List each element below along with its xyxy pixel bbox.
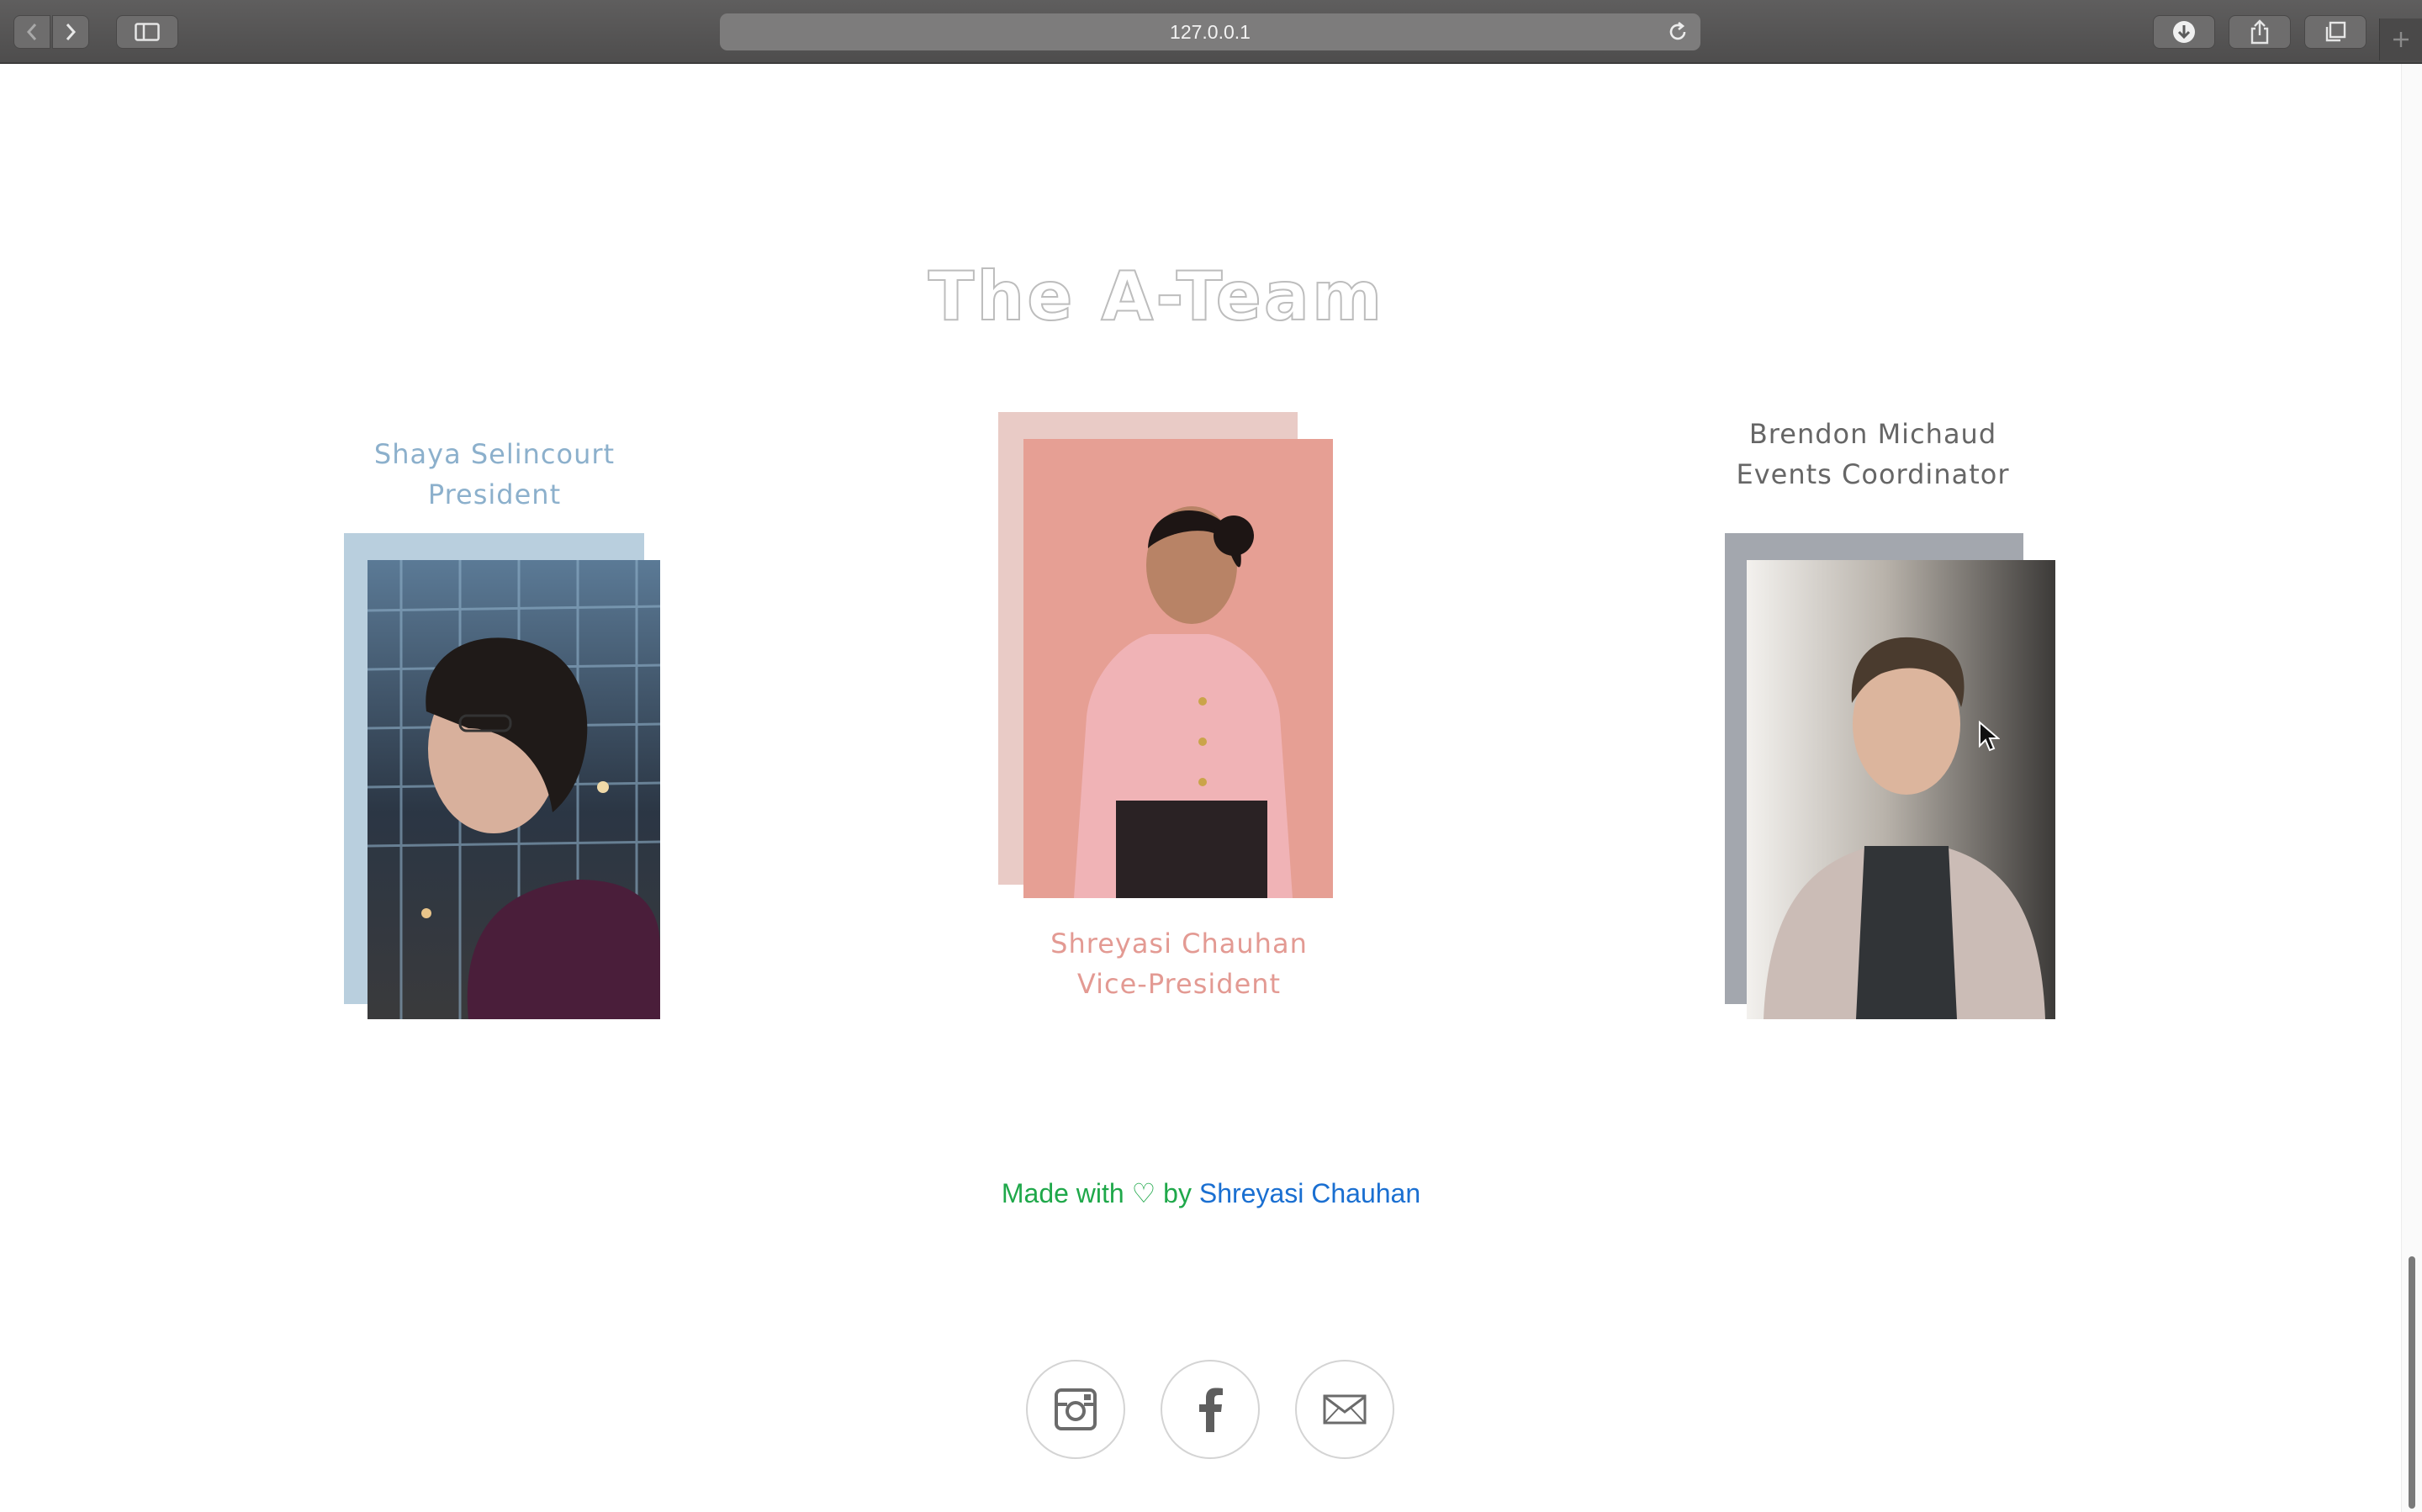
tabs-icon <box>2325 21 2346 42</box>
download-icon <box>2173 21 2195 43</box>
footer-credit: Made with ♡ by Shreyasi Chauhan <box>0 1177 2422 1209</box>
heart-icon: ♡ <box>1131 1178 1156 1208</box>
chevron-left-icon <box>26 24 37 40</box>
back-button[interactable] <box>13 15 50 49</box>
member-role: President <box>427 478 562 510</box>
member-photo <box>1023 439 1333 898</box>
share-button[interactable] <box>2229 15 2291 49</box>
sidebar-button[interactable] <box>116 15 178 49</box>
author-link[interactable]: Shreyasi Chauhan <box>1199 1178 1420 1208</box>
mail-icon <box>1323 1394 1367 1425</box>
downloads-button[interactable] <box>2153 15 2215 49</box>
email-button[interactable] <box>1295 1360 1394 1459</box>
credit-by: by <box>1163 1178 1192 1208</box>
member-name: Brendon Michaud <box>1748 418 1997 450</box>
credit-prefix: Made with <box>1001 1178 1124 1208</box>
member-photo <box>1747 560 2055 1019</box>
member-card-label: Brendon Michaud Events Coordinator <box>1703 414 2043 494</box>
reload-icon[interactable] <box>1667 21 1689 43</box>
forward-button[interactable] <box>52 15 89 49</box>
url-text: 127.0.0.1 <box>1170 20 1251 43</box>
mouse-cursor-icon <box>1979 721 2000 752</box>
member-name: Shreyasi Chauhan <box>1050 928 1308 960</box>
address-bar[interactable]: 127.0.0.1 <box>720 13 1700 50</box>
sidebar-icon <box>135 23 160 41</box>
vertical-scrollbar[interactable] <box>2401 64 2422 1512</box>
scrollbar-thumb[interactable] <box>2409 1256 2415 1509</box>
member-role: Events Coordinator <box>1736 458 2010 490</box>
new-tab-button[interactable] <box>2379 19 2422 61</box>
plus-icon <box>2393 32 2409 47</box>
member-name: Shaya Selincourt <box>373 438 616 470</box>
instagram-icon <box>1055 1388 1097 1430</box>
tabs-overview-button[interactable] <box>2304 15 2366 49</box>
member-photo <box>368 560 660 1019</box>
page-content: The A-Team Shaya Selincourt President Sh… <box>0 64 2402 1512</box>
member-role: Vice-President <box>1076 968 1282 1000</box>
facebook-button[interactable] <box>1161 1360 1260 1459</box>
browser-toolbar: 127.0.0.1 <box>0 0 2422 64</box>
member-card-label: Shaya Selincourt President <box>325 434 664 515</box>
share-icon <box>2250 19 2269 45</box>
member-card-label: Shreyasi Chauhan Vice-President <box>1009 923 1349 1004</box>
instagram-button[interactable] <box>1026 1360 1125 1459</box>
chevron-right-icon <box>66 24 77 40</box>
team-title: The A-Team <box>928 256 1385 336</box>
facebook-icon <box>1199 1388 1223 1432</box>
